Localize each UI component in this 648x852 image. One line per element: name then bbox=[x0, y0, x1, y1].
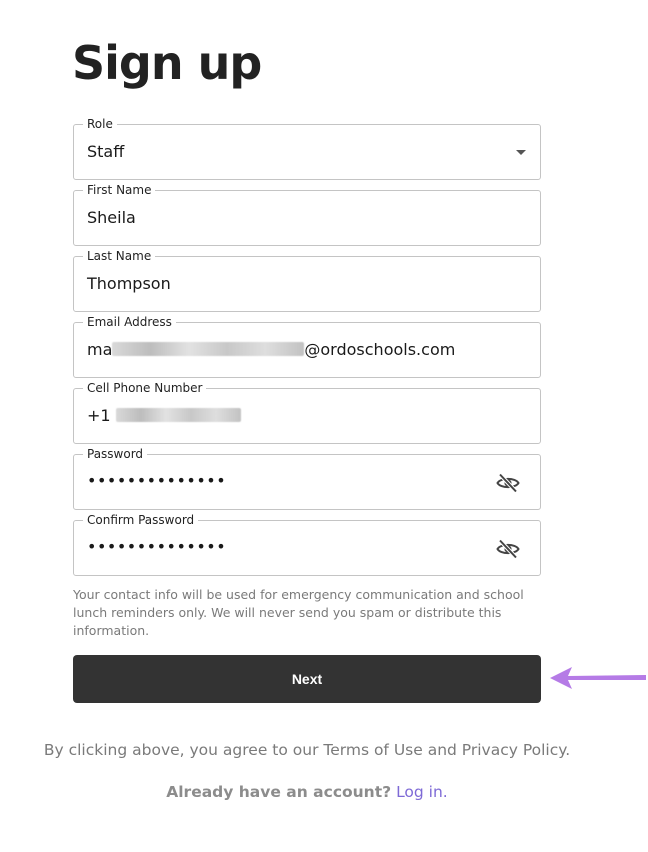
email-field[interactable]: Email Address ma @ordoschools.com bbox=[73, 315, 541, 378]
page-title: Sign up bbox=[72, 36, 262, 90]
first-name-value: Sheila bbox=[87, 208, 136, 227]
cell-phone-label: Cell Phone Number bbox=[83, 381, 207, 395]
phone-country-code: +1 bbox=[87, 406, 111, 425]
last-name-value: Thompson bbox=[87, 274, 171, 293]
email-prefix: ma bbox=[87, 340, 113, 359]
email-label: Email Address bbox=[83, 315, 176, 329]
cell-phone-field[interactable]: Cell Phone Number +1 bbox=[73, 381, 541, 444]
email-domain: @ordoschools.com bbox=[304, 340, 456, 359]
login-prompt: Already have an account? Log in. bbox=[0, 783, 614, 801]
login-link[interactable]: Log in. bbox=[396, 783, 448, 801]
password-field[interactable]: Password •••••••••••••• bbox=[73, 447, 541, 510]
chevron-down-icon[interactable] bbox=[516, 150, 526, 155]
role-select[interactable]: Role Staff bbox=[73, 117, 541, 180]
role-value: Staff bbox=[87, 142, 125, 161]
last-name-field[interactable]: Last Name Thompson bbox=[73, 249, 541, 312]
login-question: Already have an account? bbox=[166, 783, 392, 801]
arrow-left-icon bbox=[550, 667, 646, 689]
eye-off-icon[interactable] bbox=[496, 537, 520, 561]
confirm-password-field[interactable]: Confirm Password •••••••••••••• bbox=[73, 513, 541, 576]
cell-phone-value: +1 bbox=[87, 406, 241, 426]
password-label: Password bbox=[83, 447, 148, 461]
last-name-label: Last Name bbox=[83, 249, 156, 263]
eye-off-icon[interactable] bbox=[496, 471, 520, 495]
terms-notice: By clicking above, you agree to our Term… bbox=[43, 741, 571, 759]
redacted-email-blur bbox=[112, 342, 305, 356]
first-name-label: First Name bbox=[83, 183, 156, 197]
contact-info-disclaimer: Your contact info will be used for emerg… bbox=[73, 587, 524, 638]
confirm-password-label: Confirm Password bbox=[83, 513, 199, 527]
first-name-field[interactable]: First Name Sheila bbox=[73, 183, 541, 246]
role-label: Role bbox=[83, 117, 117, 131]
email-value: ma @ordoschools.com bbox=[87, 340, 455, 360]
confirm-password-value: •••••••••••••• bbox=[87, 537, 227, 556]
redacted-phone-blur bbox=[115, 408, 241, 422]
password-value: •••••••••••••• bbox=[87, 471, 227, 490]
next-button[interactable]: Next bbox=[73, 655, 541, 703]
